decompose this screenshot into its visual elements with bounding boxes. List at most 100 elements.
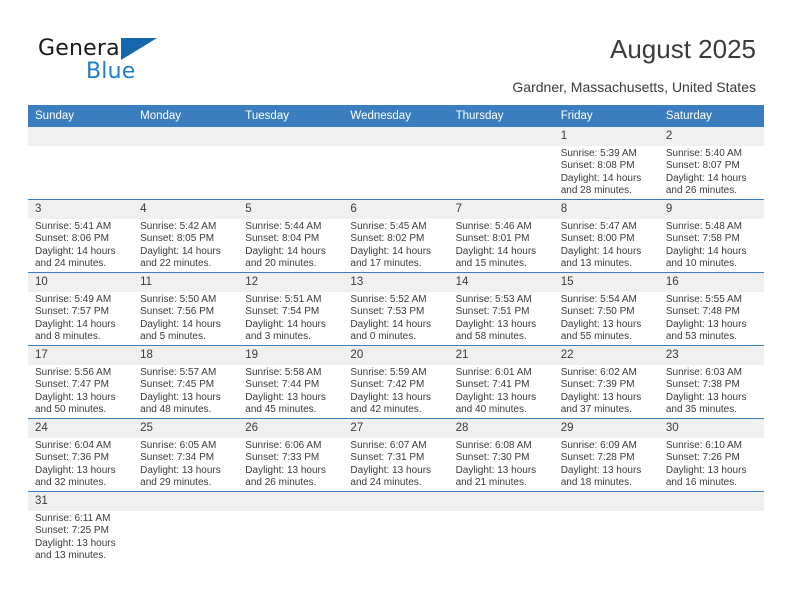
daylight-duration-line1: Daylight: 14 hours [140, 245, 221, 257]
daylight-duration-line1: Daylight: 13 hours [35, 391, 116, 403]
sunset-time: Sunset: 8:02 PM [350, 233, 425, 245]
day-number: 23 [658, 346, 764, 365]
sunset-time: Sunset: 8:06 PM [35, 233, 109, 245]
calendar-day-cell[interactable]: 25 Sunrise: 6:05 AM Sunset: 7:34 PM Dayligh… [133, 418, 239, 492]
sunrise-time: Sunrise: 5:50 AM [140, 294, 217, 305]
calendar-day-cell[interactable]: 14 Sunrise: 5:53 AM Sunset: 7:51 PM Dayligh… [448, 272, 554, 346]
sunrise-time: Sunrise: 5:56 AM [35, 367, 112, 378]
daylight-duration-line2: and 29 minutes. [140, 477, 212, 489]
day-number: 31 [28, 492, 134, 511]
day-number [133, 492, 239, 511]
daylight-duration-line2: and 32 minutes. [35, 477, 107, 489]
daylight-duration-line1: Daylight: 13 hours [245, 391, 326, 403]
daylight-duration-line2: and 16 minutes. [665, 477, 738, 489]
sunrise-time: Sunrise: 6:10 AM [665, 440, 742, 451]
day-sun-info: Sunrise: 6:02 AM Sunset: 7:39 PM Daylight:… [554, 365, 659, 417]
calendar-day-cell[interactable]: 7 Sunrise: 5:46 AM Sunset: 8:01 PM Daylight… [448, 199, 554, 273]
calendar-day-cell[interactable]: 11 Sunrise: 5:50 AM Sunset: 7:56 PM Dayligh… [133, 272, 239, 346]
calendar-day-cell[interactable]: 29 Sunrise: 6:09 AM Sunset: 7:28 PM Dayligh… [553, 418, 659, 492]
calendar-day-cell[interactable]: 10 Sunrise: 5:49 AM Sunset: 7:57 PM Dayligh… [28, 272, 134, 346]
daylight-duration-line2: and 3 minutes. [245, 331, 311, 343]
day-number: 21 [448, 346, 554, 365]
daylight-duration-line2: and 8 minutes. [35, 331, 101, 343]
sunset-time: Sunset: 7:34 PM [140, 452, 215, 464]
calendar-day-cell[interactable]: 22 Sunrise: 6:02 AM Sunset: 7:39 PM Dayligh… [553, 345, 659, 419]
day-number: 28 [448, 419, 554, 438]
sunrise-time: Sunrise: 5:51 AM [245, 294, 322, 305]
day-number [238, 127, 344, 146]
day-number: 27 [343, 419, 449, 438]
sunset-time: Sunset: 7:41 PM [455, 379, 530, 391]
sunset-time: Sunset: 7:50 PM [560, 306, 635, 318]
calendar-day-cell[interactable]: 20 Sunrise: 5:59 AM Sunset: 7:42 PM Dayligh… [343, 345, 449, 419]
daylight-duration-line1: Daylight: 13 hours [35, 537, 116, 549]
calendar-day-cell[interactable]: 17 Sunrise: 5:56 AM Sunset: 7:47 PM Dayligh… [28, 345, 134, 419]
day-number: 12 [238, 273, 344, 292]
weekday-header-thursday: Thursday [448, 105, 554, 127]
daylight-duration-line2: and 50 minutes. [35, 404, 107, 416]
general-blue-logo[interactable]: General Blue [38, 36, 218, 88]
day-sun-info: Sunrise: 5:51 AM Sunset: 7:54 PM Daylight:… [238, 292, 343, 344]
daylight-duration-line2: and 26 minutes. [665, 185, 738, 197]
calendar-day-cell[interactable]: 1 Sunrise: 5:39 AM Sunset: 8:08 PM Daylight… [553, 127, 659, 200]
calendar-day-cell[interactable]: 16 Sunrise: 5:55 AM Sunset: 7:48 PM Dayligh… [658, 272, 764, 346]
calendar-day-cell[interactable]: 6 Sunrise: 5:45 AM Sunset: 8:02 PM Daylight… [343, 199, 449, 273]
day-number: 5 [238, 200, 344, 219]
calendar-day-cell[interactable]: 5 Sunrise: 5:44 AM Sunset: 8:04 PM Daylight… [238, 199, 344, 273]
sunset-time: Sunset: 7:47 PM [35, 379, 109, 391]
day-sun-info: Sunrise: 5:52 AM Sunset: 7:53 PM Daylight:… [343, 292, 448, 344]
calendar-day-cell[interactable]: 26 Sunrise: 6:06 AM Sunset: 7:33 PM Dayligh… [238, 418, 344, 492]
calendar-day-cell[interactable]: 12 Sunrise: 5:51 AM Sunset: 7:54 PM Dayligh… [238, 272, 344, 346]
sunset-time: Sunset: 8:05 PM [140, 233, 215, 245]
sunset-time: Sunset: 7:42 PM [350, 379, 425, 391]
sunrise-time: Sunrise: 5:49 AM [35, 294, 112, 305]
calendar-day-cell[interactable]: 30 Sunrise: 6:10 AM Sunset: 7:26 PM Dayligh… [658, 418, 764, 492]
calendar-day-cell[interactable]: 28 Sunrise: 6:08 AM Sunset: 7:30 PM Dayligh… [448, 418, 554, 492]
sunrise-time: Sunrise: 6:09 AM [560, 440, 637, 451]
calendar-day-cell[interactable]: 9 Sunrise: 5:48 AM Sunset: 7:58 PM Daylight… [658, 199, 764, 273]
daylight-duration-line2: and 21 minutes. [455, 477, 527, 489]
calendar-day-cell[interactable]: 3 Sunrise: 5:41 AM Sunset: 8:06 PM Daylight… [28, 199, 134, 273]
day-sun-info: Sunrise: 5:45 AM Sunset: 8:02 PM Daylight:… [343, 219, 448, 271]
calendar-day-cell[interactable]: 2 Sunrise: 5:40 AM Sunset: 8:07 PM Daylight… [658, 127, 764, 200]
calendar-day-cell[interactable]: 24 Sunrise: 6:04 AM Sunset: 7:36 PM Dayligh… [28, 418, 134, 492]
calendar-cell-empty [343, 491, 449, 582]
calendar-day-cell[interactable]: 18 Sunrise: 5:57 AM Sunset: 7:45 PM Dayligh… [133, 345, 239, 419]
day-sun-info: Sunrise: 5:46 AM Sunset: 8:01 PM Daylight:… [449, 219, 554, 271]
calendar-week-row: 17 Sunrise: 5:56 AM Sunset: 7:47 PM Dayligh… [28, 345, 764, 419]
calendar-day-cell[interactable]: 27 Sunrise: 6:07 AM Sunset: 7:31 PM Dayligh… [343, 418, 449, 492]
day-number: 19 [238, 346, 344, 365]
daylight-duration-line2: and 24 minutes. [350, 477, 422, 489]
calendar-day-cell[interactable]: 4 Sunrise: 5:42 AM Sunset: 8:05 PM Daylight… [133, 199, 239, 273]
sunset-time: Sunset: 8:00 PM [560, 233, 635, 245]
sunrise-time: Sunrise: 6:03 AM [665, 367, 742, 378]
page-title: August 2025 [609, 34, 756, 64]
sunset-time: Sunset: 7:51 PM [455, 306, 530, 318]
calendar-day-cell[interactable]: 15 Sunrise: 5:54 AM Sunset: 7:50 PM Dayligh… [553, 272, 659, 346]
day-number: 2 [658, 127, 764, 146]
sunset-time: Sunset: 8:08 PM [560, 160, 635, 172]
daylight-duration-line1: Daylight: 13 hours [665, 464, 747, 476]
daylight-duration-line2: and 48 minutes. [140, 404, 212, 416]
sunrise-time: Sunrise: 6:11 AM [35, 513, 111, 524]
daylight-duration-line1: Daylight: 13 hours [665, 318, 747, 330]
day-sun-info: Sunrise: 6:06 AM Sunset: 7:33 PM Daylight:… [238, 438, 343, 490]
daylight-duration-line1: Daylight: 13 hours [35, 464, 116, 476]
calendar-day-cell[interactable]: 19 Sunrise: 5:58 AM Sunset: 7:44 PM Dayligh… [238, 345, 344, 419]
day-number: 16 [658, 273, 764, 292]
day-sun-info: Sunrise: 5:59 AM Sunset: 7:42 PM Daylight:… [343, 365, 448, 417]
logo-word-blue: Blue [86, 59, 136, 84]
calendar-day-cell[interactable]: 23 Sunrise: 6:03 AM Sunset: 7:38 PM Dayligh… [658, 345, 764, 419]
day-number [238, 492, 344, 511]
calendar-day-cell[interactable]: 8 Sunrise: 5:47 AM Sunset: 8:00 PM Daylight… [553, 199, 659, 273]
calendar-day-cell[interactable]: 21 Sunrise: 6:01 AM Sunset: 7:41 PM Dayligh… [448, 345, 554, 419]
weekday-header-sunday: Sunday [28, 105, 134, 127]
daylight-duration-line2: and 45 minutes. [245, 404, 317, 416]
daylight-duration-line2: and 28 minutes. [560, 185, 632, 197]
calendar-cell-empty [448, 491, 554, 582]
day-number: 26 [238, 419, 344, 438]
calendar-day-cell[interactable]: 31 Sunrise: 6:11 AM Sunset: 7:25 PM Dayligh… [28, 491, 134, 582]
weekday-header-wednesday: Wednesday [343, 105, 449, 127]
sunrise-time: Sunrise: 6:02 AM [560, 367, 637, 378]
calendar-day-cell[interactable]: 13 Sunrise: 5:52 AM Sunset: 7:53 PM Dayligh… [343, 272, 449, 346]
